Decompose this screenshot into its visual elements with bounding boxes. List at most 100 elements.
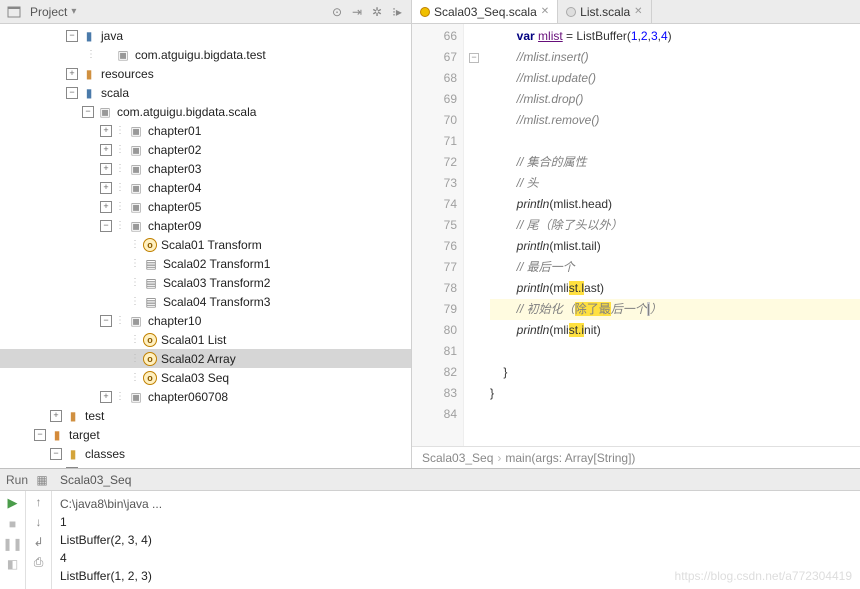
editor-tab[interactable]: List.scala ✕ <box>558 0 651 23</box>
folder-icon: ▮ <box>65 408 81 424</box>
code-line[interactable]: println(mlist.init) <box>490 320 860 341</box>
tree-item-object[interactable]: ⋮oScala02 Array <box>0 349 411 368</box>
tree-expand-icon[interactable]: + <box>100 182 112 194</box>
code-line[interactable]: //mlist.drop() <box>490 89 860 110</box>
hide-icon[interactable]: ⁝▸ <box>389 4 405 20</box>
code-line[interactable]: } <box>490 362 860 383</box>
code-line[interactable]: // 头 <box>490 173 860 194</box>
tree-collapse-icon[interactable]: − <box>100 315 112 327</box>
code-line[interactable]: // 尾（除了头以外） <box>490 215 860 236</box>
fold-toggle-icon[interactable]: − <box>469 53 479 63</box>
tree-collapse-icon[interactable]: − <box>66 87 78 99</box>
run-toolbar-left: ▶ ■ ❚❚ ◧ <box>0 491 26 589</box>
tree-item-object[interactable]: ⋮oScala01 Transform <box>0 235 411 254</box>
breadcrumb-item[interactable]: main(args: Array[String]) <box>505 451 635 465</box>
run-console[interactable]: C:\java8\bin\java ... 1 ListBuffer(2, 3,… <box>52 491 860 589</box>
tree-collapse-icon[interactable]: − <box>34 429 46 441</box>
line-number: 74 <box>412 194 457 215</box>
tree-expand-icon[interactable]: + <box>100 391 112 403</box>
tree-expand-icon[interactable]: + <box>100 125 112 137</box>
up-icon[interactable]: ↑ <box>36 495 42 509</box>
code-line[interactable]: // 最后一个 <box>490 257 860 278</box>
project-dropdown-icon[interactable]: ▾ <box>71 6 76 17</box>
code-line[interactable]: //mlist.insert() <box>490 47 860 68</box>
code-line[interactable]: var mlist = ListBuffer(1,2,3,4) <box>490 26 860 47</box>
tree-collapse-icon[interactable]: − <box>100 220 112 232</box>
pause-icon[interactable]: ❚❚ <box>2 537 22 551</box>
tree-expand-icon[interactable]: + <box>100 144 112 156</box>
tree-expand-icon[interactable]: + <box>100 163 112 175</box>
line-number: 75 <box>412 215 457 236</box>
wrap-icon[interactable]: ↲ <box>33 535 43 549</box>
project-title: Project <box>30 5 67 19</box>
settings-icon[interactable]: ✲ <box>369 4 385 20</box>
watermark: https://blog.csdn.net/a772304419 <box>675 567 852 585</box>
code-line-current[interactable]: // 初始化（除了最后一个|） <box>490 299 860 320</box>
collapse-icon[interactable]: ⊙ <box>329 4 345 20</box>
code-area[interactable]: var mlist = ListBuffer(1,2,3,4) //mlist.… <box>484 24 860 446</box>
line-number: 70 <box>412 110 457 131</box>
console-line: 4 <box>60 549 852 567</box>
tree-item-chapter[interactable]: −⋮▣chapter10 <box>0 311 411 330</box>
tree-label: target <box>69 428 100 442</box>
tree-item-file[interactable]: ⋮▤Scala02 Transform1 <box>0 254 411 273</box>
editor-body[interactable]: 66 67 68 69 70 71 72 73 74 75 76 77 78 7… <box>412 24 860 446</box>
tree-item-java[interactable]: − ▮ java <box>0 26 411 45</box>
tree-item-test[interactable]: +▮test <box>0 406 411 425</box>
tree-collapse-icon[interactable]: − <box>50 448 62 460</box>
code-line[interactable]: //mlist.update() <box>490 68 860 89</box>
code-line[interactable] <box>490 131 860 152</box>
code-line[interactable]: //mlist.remove() <box>490 110 860 131</box>
tree-item-chapter[interactable]: −⋮▣chapter09 <box>0 216 411 235</box>
close-icon[interactable]: ✕ <box>541 6 549 17</box>
editor-tab-active[interactable]: Scala03_Seq.scala ✕ <box>412 0 558 23</box>
code-line[interactable]: println(mlist.head) <box>490 194 860 215</box>
code-line[interactable]: } <box>490 383 860 404</box>
exit-icon[interactable]: ◧ <box>7 557 18 571</box>
tree-item-classes[interactable]: −▮classes <box>0 444 411 463</box>
code-line[interactable]: println(mlist.last) <box>490 278 860 299</box>
tree-item-target[interactable]: −▮target <box>0 425 411 444</box>
run-panel-header: Run ▦ Scala03_Seq <box>0 469 860 491</box>
line-number: 84 <box>412 404 457 425</box>
tree-item-file[interactable]: ⋮▤Scala04 Transform3 <box>0 292 411 311</box>
locate-icon[interactable]: ⇥ <box>349 4 365 20</box>
tree-item-object[interactable]: ⋮oScala03 Seq <box>0 368 411 387</box>
tree-item-resources[interactable]: + ▮ resources <box>0 64 411 83</box>
line-number: 83 <box>412 383 457 404</box>
code-line[interactable] <box>490 404 860 425</box>
tree-item-scala[interactable]: − ▮ scala <box>0 83 411 102</box>
tree-item-chapter[interactable]: +⋮▣chapter02 <box>0 140 411 159</box>
tree-collapse-icon[interactable]: − <box>66 30 78 42</box>
tree-label: com.atguigu.bigdata.test <box>135 48 266 62</box>
tree-expand-icon[interactable]: + <box>66 68 78 80</box>
tree-item-package[interactable]: ⋮ ▣ com.atguigu.bigdata.test <box>0 45 411 64</box>
tree-expand-icon[interactable]: + <box>50 410 62 422</box>
line-number: 66 <box>412 26 457 47</box>
tree-item-chapter[interactable]: +⋮▣chapter01 <box>0 121 411 140</box>
line-number: 73 <box>412 173 457 194</box>
tree-collapse-icon[interactable]: − <box>66 467 78 469</box>
code-line[interactable] <box>490 341 860 362</box>
close-icon[interactable]: ✕ <box>634 6 642 17</box>
run-panel: Run ▦ Scala03_Seq ▶ ■ ❚❚ ◧ ↑ ↓ ↲ ⎙ C:\ja… <box>0 468 860 589</box>
tree-item-object[interactable]: ⋮oScala01 List <box>0 330 411 349</box>
print-icon[interactable]: ⎙ <box>34 555 44 570</box>
tree-item-package[interactable]: − ▣ com.atguigu.bigdata.scala <box>0 102 411 121</box>
tree-item-file[interactable]: ⋮▤Scala03 Transform2 <box>0 273 411 292</box>
tree-expand-icon[interactable]: + <box>100 201 112 213</box>
tree-item-chapter[interactable]: +⋮▣chapter04 <box>0 178 411 197</box>
down-icon[interactable]: ↓ <box>36 515 42 529</box>
tree-item-chapter[interactable]: +⋮▣chapter03 <box>0 159 411 178</box>
rerun-icon[interactable]: ▶ <box>8 495 18 511</box>
tree-item-chapter[interactable]: +⋮▣chapter060708 <box>0 387 411 406</box>
tree-collapse-icon[interactable]: − <box>82 106 94 118</box>
breadcrumb-item[interactable]: Scala03_Seq <box>422 451 493 465</box>
code-line[interactable]: println(mlist.tail) <box>490 236 860 257</box>
tree-item-com[interactable]: −▮com <box>0 463 411 468</box>
stop-icon[interactable]: ■ <box>9 517 16 531</box>
editor-breadcrumb[interactable]: Scala03_Seq › main(args: Array[String]) <box>412 446 860 468</box>
project-tree[interactable]: − ▮ java ⋮ ▣ com.atguigu.bigdata.test + … <box>0 24 411 468</box>
tree-item-chapter[interactable]: +⋮▣chapter05 <box>0 197 411 216</box>
code-line[interactable]: // 集合的属性 <box>490 152 860 173</box>
